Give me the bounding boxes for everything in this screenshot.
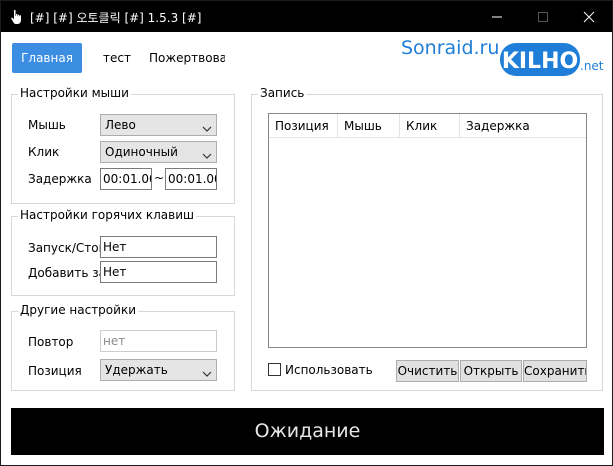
site-link[interactable]: Sonraid.ru <box>401 37 499 59</box>
record-list[interactable]: Позиция Мышь Клик Задержка <box>268 113 587 348</box>
mouse-button-value: Лево <box>105 118 136 132</box>
repeat-input[interactable]: нет <box>100 330 217 352</box>
position-label: Позиция <box>28 364 82 378</box>
record-legend: Запись <box>258 86 307 100</box>
click-type-value: Одиночный <box>105 145 178 159</box>
chevron-down-icon <box>202 120 212 132</box>
delay-from-input[interactable]: 00:01.00 <box>100 168 152 190</box>
svg-text:.net: .net <box>580 59 604 73</box>
click-type-select[interactable]: Одиночный <box>100 141 217 163</box>
close-button[interactable] <box>566 1 612 32</box>
column-header-delay[interactable]: Задержка <box>460 114 586 138</box>
position-mode-value: Удержать <box>105 363 168 377</box>
column-header-position[interactable]: Позиция <box>269 114 338 138</box>
click-label: Клик <box>28 145 60 159</box>
use-record-checkbox[interactable] <box>268 363 281 376</box>
delay-to-input[interactable]: 00:01.00 <box>165 168 217 190</box>
record-list-header: Позиция Мышь Клик Задержка <box>269 114 586 138</box>
clear-button[interactable]: Очистить <box>396 360 459 382</box>
hand-pointer-icon <box>10 9 24 25</box>
delay-separator: ~ <box>154 171 165 185</box>
add-record-hotkey-input[interactable]: Нет <box>100 261 217 283</box>
hotkey-settings-legend: Настройки горячих клавиш <box>18 208 196 222</box>
save-button[interactable]: Сохранить <box>523 360 587 382</box>
mouse-label: Мышь <box>28 118 66 132</box>
tab-donate[interactable]: Пожертвовать <box>149 43 225 73</box>
app-window: [#] [#] 오토클릭 [#] 1.5.3 [#] Главная тест … <box>0 0 613 466</box>
chevron-down-icon <box>202 365 212 377</box>
maximize-button[interactable] <box>520 1 566 32</box>
open-button[interactable]: Открыть <box>460 360 522 382</box>
title-bar[interactable]: [#] [#] 오토클릭 [#] 1.5.3 [#] <box>1 1 612 32</box>
status-bar[interactable]: Ожидание <box>11 408 604 455</box>
mouse-button-select[interactable]: Лево <box>100 114 217 136</box>
chevron-down-icon <box>202 147 212 159</box>
minimize-button[interactable] <box>474 1 520 32</box>
add-record-label: Добавить запись <box>28 266 100 280</box>
kilho-logo[interactable]: KILHO .net <box>500 40 606 80</box>
other-settings-legend: Другие настройки <box>18 303 138 317</box>
start-stop-label: Запуск/Стоп <box>28 241 100 255</box>
start-stop-hotkey-input[interactable]: Нет <box>100 236 217 258</box>
mouse-settings-legend: Настройки мыши <box>18 86 131 100</box>
tab-main[interactable]: Главная <box>12 43 82 73</box>
tab-test[interactable]: тест <box>97 43 137 73</box>
delay-label: Задержка <box>28 172 92 186</box>
position-mode-select[interactable]: Удержать <box>100 359 217 381</box>
column-header-click[interactable]: Клик <box>400 114 460 138</box>
window-title: [#] [#] 오토클릭 [#] 1.5.3 [#] <box>30 11 202 25</box>
column-header-mouse[interactable]: Мышь <box>338 114 400 138</box>
repeat-label: Повтор <box>28 335 74 349</box>
use-record-label: Использовать <box>285 363 373 377</box>
svg-text:KILHO: KILHO <box>502 49 578 74</box>
